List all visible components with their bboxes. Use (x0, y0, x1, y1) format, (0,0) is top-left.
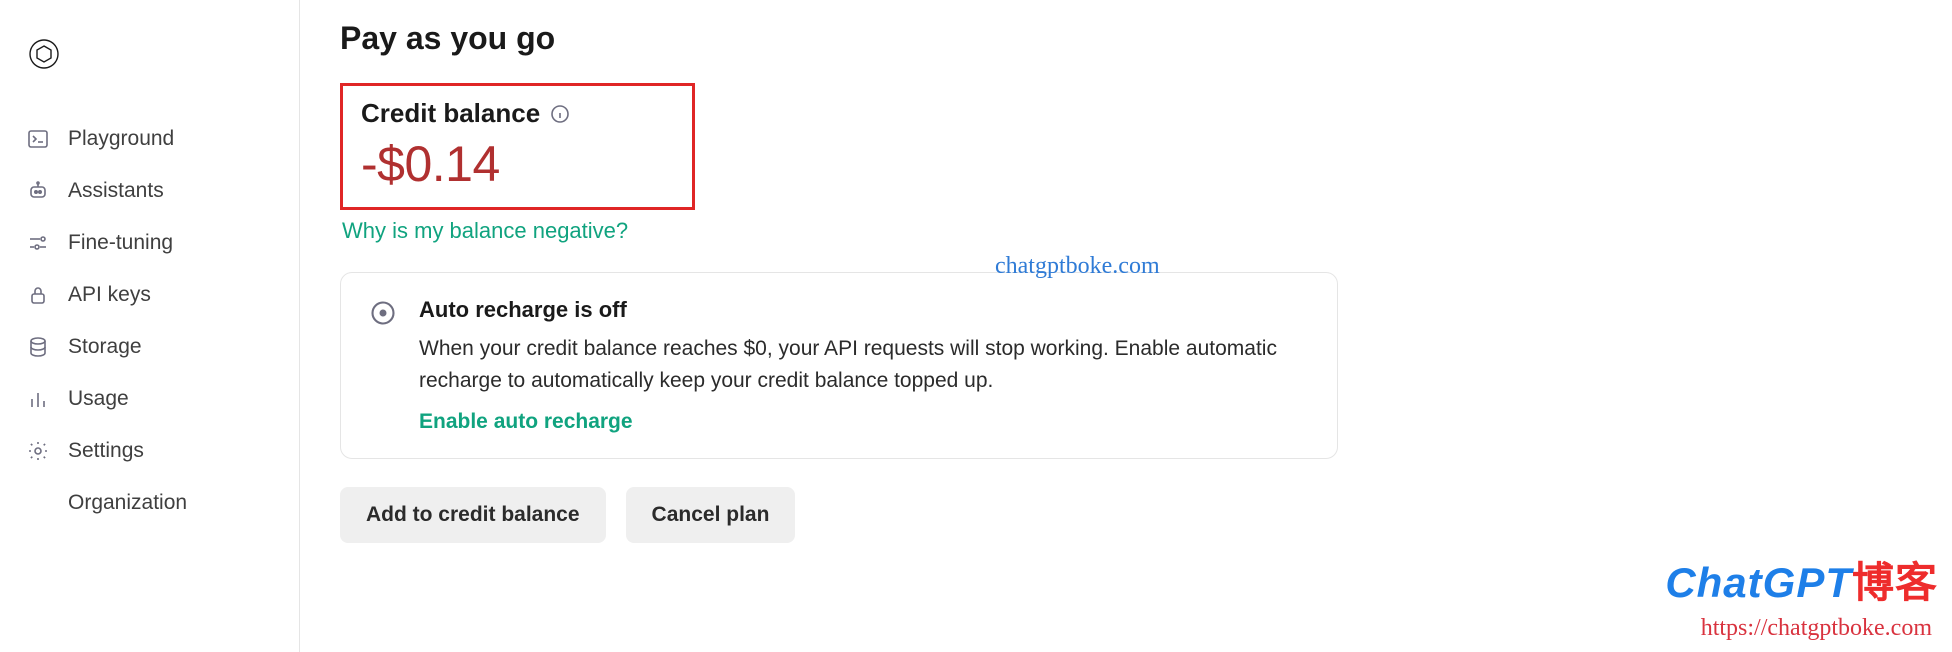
record-icon (369, 299, 397, 327)
sidebar-item-label: Assistants (68, 179, 164, 203)
auto-recharge-description: When your credit balance reaches $0, you… (419, 333, 1309, 396)
logo (0, 24, 299, 115)
button-row: Add to credit balance Cancel plan (340, 487, 1912, 543)
sidebar-item-settings[interactable]: Settings (16, 427, 283, 475)
sliders-icon (26, 231, 50, 255)
sidebar-item-usage[interactable]: Usage (16, 375, 283, 423)
sidebar-item-playground[interactable]: Playground (16, 115, 283, 163)
sidebar-nav: Playground Assistants Fine-tuning API ke… (0, 115, 299, 527)
sidebar-item-label: API keys (68, 283, 151, 307)
sidebar-item-label: Storage (68, 335, 142, 359)
database-icon (26, 335, 50, 359)
terminal-icon (26, 127, 50, 151)
credit-balance-amount: -$0.14 (361, 135, 674, 193)
auto-recharge-title: Auto recharge is off (419, 297, 1309, 323)
chart-icon (26, 387, 50, 411)
lock-icon (26, 283, 50, 307)
info-icon[interactable] (550, 104, 570, 124)
sidebar-subitem-label: Organization (68, 491, 187, 514)
credit-balance-label: Credit balance (361, 98, 540, 129)
sidebar-subitem-organization[interactable]: Organization (16, 479, 283, 527)
sidebar-item-label: Usage (68, 387, 129, 411)
sidebar-item-label: Fine-tuning (68, 231, 173, 255)
add-credit-button[interactable]: Add to credit balance (340, 487, 606, 543)
gear-icon (26, 439, 50, 463)
page-title: Pay as you go (340, 20, 1912, 57)
auto-recharge-card: Auto recharge is off When your credit ba… (340, 272, 1338, 459)
openai-logo-icon (24, 34, 64, 74)
sidebar-item-storage[interactable]: Storage (16, 323, 283, 371)
cancel-plan-button[interactable]: Cancel plan (626, 487, 796, 543)
sidebar-item-api-keys[interactable]: API keys (16, 271, 283, 319)
sidebar-item-fine-tuning[interactable]: Fine-tuning (16, 219, 283, 267)
robot-icon (26, 179, 50, 203)
negative-balance-link[interactable]: Why is my balance negative? (342, 218, 1912, 244)
sidebar: Playground Assistants Fine-tuning API ke… (0, 0, 300, 652)
card-body: Auto recharge is off When your credit ba… (419, 297, 1309, 434)
sidebar-item-label: Playground (68, 127, 174, 151)
sidebar-item-assistants[interactable]: Assistants (16, 167, 283, 215)
enable-auto-recharge-link[interactable]: Enable auto recharge (419, 410, 1309, 434)
main-content: Pay as you go Credit balance -$0.14 Why … (300, 0, 1952, 652)
credit-balance-box: Credit balance -$0.14 (340, 83, 695, 210)
sidebar-item-label: Settings (68, 439, 144, 463)
balance-label-row: Credit balance (361, 98, 674, 129)
